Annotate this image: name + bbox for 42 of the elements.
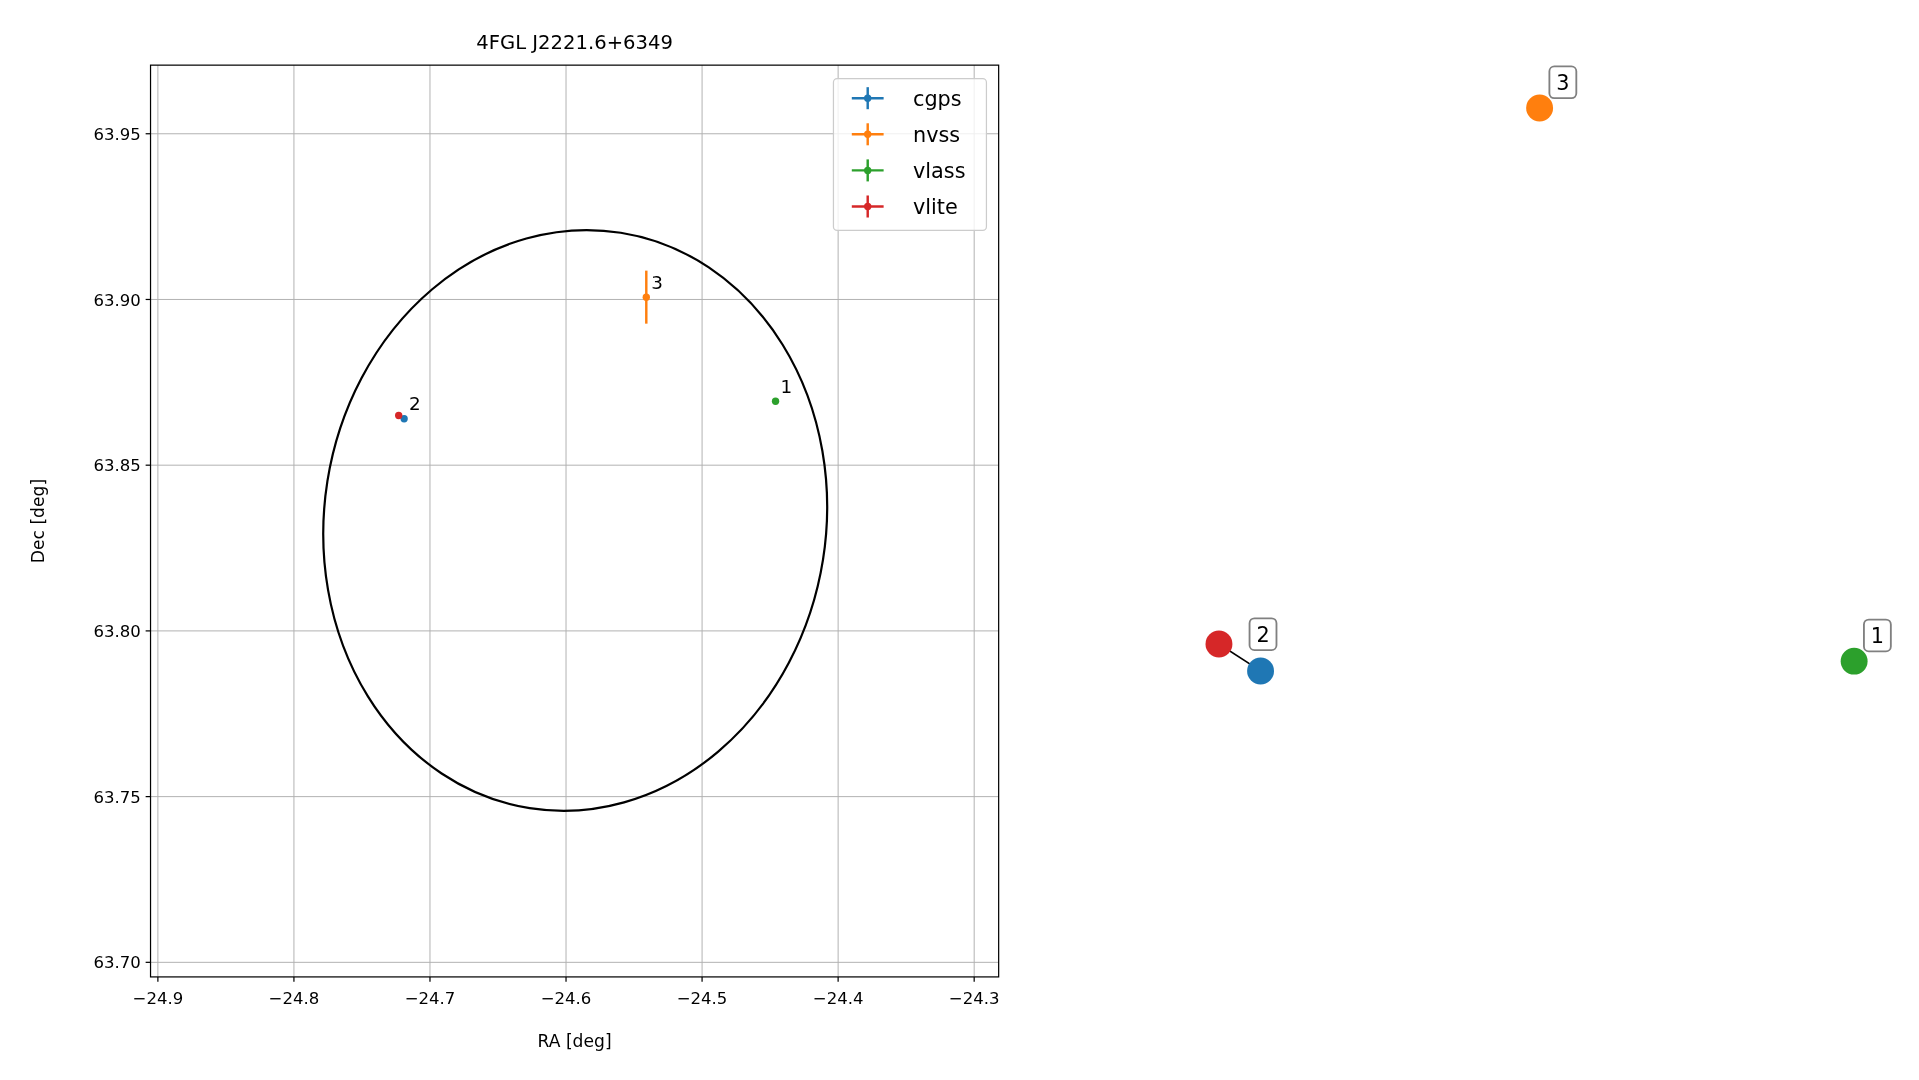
legend-label: nvss xyxy=(913,122,961,147)
node-label-box xyxy=(1248,617,1278,652)
y-axis-label: Dec [deg] xyxy=(28,478,49,564)
point-label: 1 xyxy=(780,375,793,397)
node-label: 1 xyxy=(1870,623,1884,648)
node-label-box xyxy=(1548,65,1578,100)
x-tick-label: −24.6 xyxy=(540,988,592,1008)
x-axis-label: RA [deg] xyxy=(537,1030,612,1051)
legend-label: cgps xyxy=(913,86,962,111)
x-tick-label: −24.5 xyxy=(676,988,728,1008)
x-tick-label: −24.9 xyxy=(132,988,184,1008)
tick-mark xyxy=(293,976,295,983)
tick-mark xyxy=(973,976,975,983)
point-label: 2 xyxy=(409,393,421,415)
point-label: 3 xyxy=(651,271,663,293)
x-tick-label: −24.4 xyxy=(812,988,864,1008)
legend-label: vlite xyxy=(913,194,958,219)
tick-mark xyxy=(145,298,152,301)
x-tick-label: −24.8 xyxy=(268,988,320,1008)
tick-mark xyxy=(837,976,839,983)
tick-mark xyxy=(145,961,152,963)
y-tick-label: 63.95 xyxy=(93,124,141,144)
tick-mark xyxy=(145,464,152,466)
y-tick-label: 63.80 xyxy=(93,622,141,641)
node-label: 3 xyxy=(1556,70,1570,95)
node-label: 2 xyxy=(1256,622,1270,647)
tick-mark xyxy=(157,976,159,983)
y-tick-label: 63.75 xyxy=(93,787,141,807)
x-tick-label: −24.3 xyxy=(948,988,1000,1008)
tick-mark xyxy=(701,976,703,983)
tick-mark xyxy=(565,976,567,983)
x-tick-label: −24.7 xyxy=(404,988,456,1008)
y-tick-label: 63.85 xyxy=(93,456,141,476)
legend-label: vlass xyxy=(913,158,966,183)
chart-title: 4FGL J2221.6+6349 xyxy=(476,31,673,55)
tick-mark xyxy=(145,630,152,632)
y-tick-label: 63.90 xyxy=(93,290,141,310)
tick-mark xyxy=(429,976,431,983)
node-label-box xyxy=(1863,618,1892,653)
tick-mark xyxy=(145,133,152,135)
tick-mark xyxy=(145,796,152,798)
y-tick-label: 63.70 xyxy=(93,953,141,973)
